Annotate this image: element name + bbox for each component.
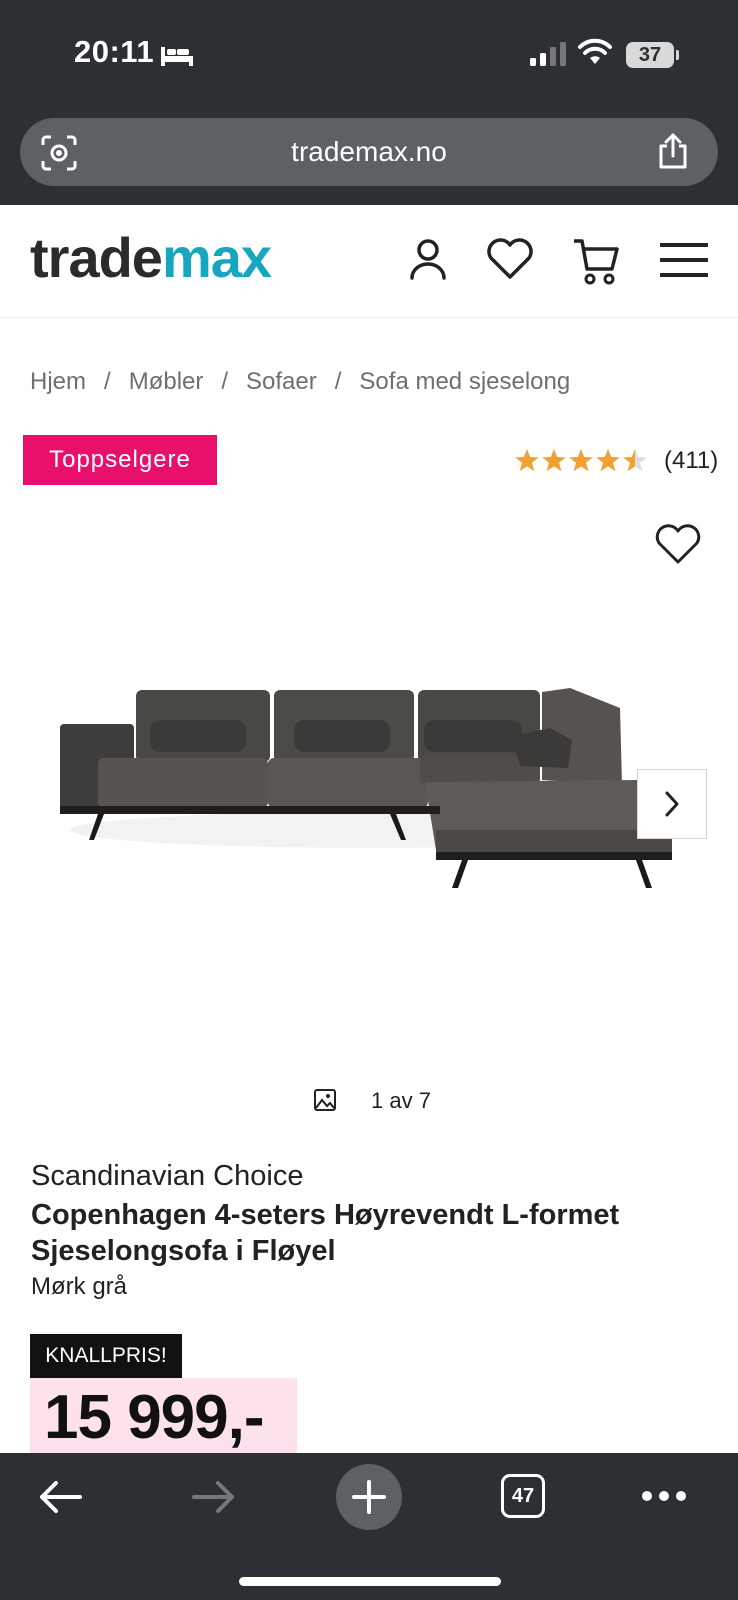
review-count[interactable]: (411)	[664, 447, 718, 475]
plus-icon	[352, 1480, 386, 1514]
gallery-next-button[interactable]	[637, 769, 707, 839]
breadcrumb-item[interactable]: Sofaer	[246, 368, 317, 395]
lens-icon[interactable]	[40, 135, 78, 171]
image-icon	[314, 1089, 336, 1111]
address-bar[interactable]: trademax.no	[20, 118, 718, 186]
site-header: trademax	[0, 205, 738, 318]
share-icon[interactable]	[656, 132, 690, 170]
signal-icon	[530, 42, 566, 66]
status-time: 20:11	[74, 34, 155, 69]
trademax-logo[interactable]: trademax	[30, 225, 272, 290]
breadcrumb-separator: /	[334, 368, 342, 395]
bed-icon	[161, 47, 193, 66]
breadcrumb-item[interactable]: Sofa med sjeselong	[359, 368, 570, 395]
rating-stars[interactable]	[514, 446, 646, 476]
back-icon[interactable]	[38, 1480, 82, 1514]
chevron-right-icon	[665, 791, 679, 817]
home-indicator	[239, 1577, 501, 1586]
product-brand[interactable]: Scandinavian Choice	[31, 1160, 303, 1193]
user-icon[interactable]	[408, 237, 448, 281]
forward-icon[interactable]	[192, 1480, 236, 1514]
wishlist-heart-icon[interactable]	[654, 524, 702, 566]
bestseller-badge: Toppselgere	[23, 435, 217, 485]
breadcrumb-separator: /	[104, 368, 111, 395]
product-price: 15 999,-	[44, 1383, 265, 1452]
image-counter: 1 av 7	[371, 1088, 431, 1113]
breadcrumb-item[interactable]: Hjem	[30, 368, 86, 395]
deal-badge: KNALLPRIS!	[30, 1334, 182, 1378]
breadcrumb: Hjem / Møbler / Sofaer / Sofa med sjeselong	[30, 368, 570, 396]
price-box: 15 999,-	[30, 1378, 297, 1454]
more-icon[interactable]	[641, 1490, 687, 1502]
new-tab-button[interactable]	[336, 1464, 402, 1530]
battery-tip	[676, 50, 679, 60]
product-title: Copenhagen 4-seters Høyrevendt L-formet …	[31, 1199, 620, 1267]
url-text[interactable]: trademax.no	[20, 136, 718, 168]
breadcrumb-separator: /	[221, 368, 229, 395]
menu-icon[interactable]	[660, 243, 708, 277]
cart-icon[interactable]	[572, 237, 620, 287]
product-variant: Mørk grå	[31, 1273, 127, 1300]
product-image[interactable]	[50, 680, 690, 930]
heart-icon[interactable]	[485, 237, 535, 281]
tabs-button[interactable]: 47	[501, 1474, 545, 1518]
battery-indicator: 37	[626, 42, 674, 68]
star-rating-icon	[515, 449, 646, 472]
wifi-icon	[578, 38, 612, 64]
breadcrumb-item[interactable]: Møbler	[129, 368, 204, 395]
